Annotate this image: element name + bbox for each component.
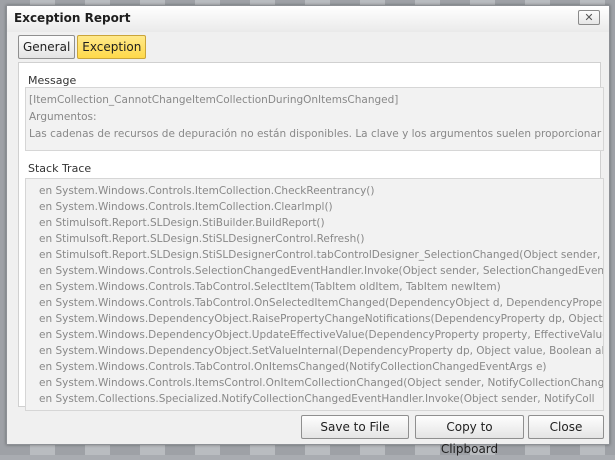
stack-trace-line: en System.Windows.DependencyObject.SetVa… <box>39 345 604 357</box>
message-line: [ItemCollection_CannotChangeItemCollecti… <box>29 94 399 106</box>
save-to-file-button[interactable]: Save to File <box>301 415 409 439</box>
stack-trace-line: en System.Windows.Controls.ItemCollectio… <box>39 201 333 213</box>
stack-trace-line: en System.Windows.Controls.ItemCollectio… <box>39 185 375 197</box>
tab-exception[interactable]: Exception <box>77 35 147 59</box>
close-x-icon[interactable]: ✕ <box>578 10 600 25</box>
tab-strip: General Exception <box>18 35 148 59</box>
exception-report-dialog: Exception Report ✕ General Exception Mes… <box>6 5 610 456</box>
message-line: Argumentos: <box>29 111 97 123</box>
exception-panel: Message [ItemCollection_CannotChangeItem… <box>18 62 604 411</box>
stack-trace-line: en System.Windows.Controls.ItemsControl.… <box>39 377 604 389</box>
stack-trace-line: en Stimulsoft.Report.SLDesign.StiBuilder… <box>39 217 325 229</box>
stack-trace-line: en System.Windows.Controls.SelectionChan… <box>39 265 604 277</box>
stack-trace-line: en Stimulsoft.Report.SLDesign.StiSLDesig… <box>39 233 365 245</box>
message-line: Las cadenas de recursos de depuración no… <box>29 128 602 140</box>
tab-general[interactable]: General <box>18 35 76 59</box>
close-button[interactable]: Close <box>528 415 604 439</box>
message-label: Message <box>28 74 77 87</box>
stack-trace-line: en System.Windows.DependencyObject.Raise… <box>39 313 604 325</box>
stack-trace-line: en System.Windows.DependencyObject.Updat… <box>39 329 604 341</box>
message-box[interactable]: [ItemCollection_CannotChangeItemCollecti… <box>25 87 604 151</box>
stack-trace-label: Stack Trace <box>28 162 92 175</box>
dialog-title: Exception Report <box>14 11 131 25</box>
stack-trace-line: en Stimulsoft.Report.SLDesign.StiSLDesig… <box>39 249 601 261</box>
stack-trace-box[interactable]: en System.Windows.Controls.ItemCollectio… <box>25 178 604 411</box>
copy-to-clipboard-button[interactable]: Copy to Clipboard <box>415 415 524 456</box>
stack-trace-line: en System.Windows.Controls.TabControl.On… <box>39 297 604 309</box>
title-bar: Exception Report ✕ <box>7 6 609 32</box>
stack-trace-line: en System.Windows.Controls.TabControl.On… <box>39 361 547 373</box>
stack-trace-line: en System.Windows.Controls.TabControl.Se… <box>39 281 501 293</box>
stack-trace-line: en System.Collections.Specialized.Notify… <box>39 393 595 405</box>
